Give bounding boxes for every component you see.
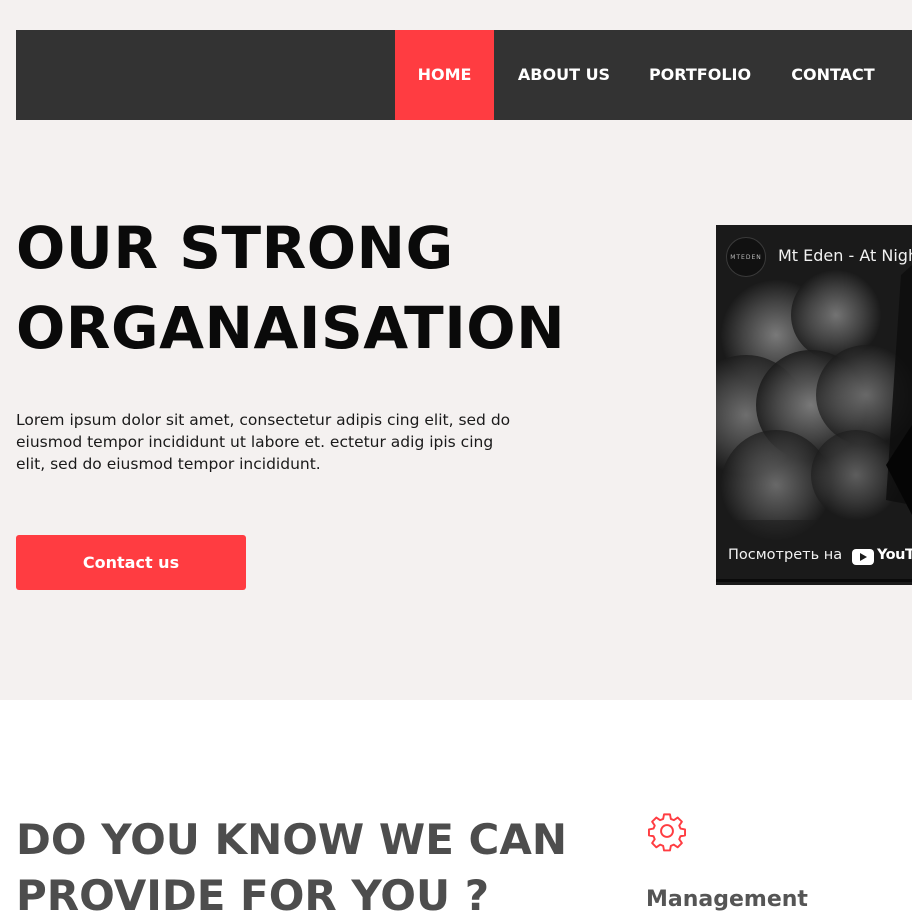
channel-logo[interactable]: MTEDEN: [726, 237, 766, 277]
gear-icon: [648, 813, 686, 852]
video-thumbnail: [716, 225, 912, 585]
watch-on-label[interactable]: Посмотреть на: [728, 547, 842, 563]
nav-contact[interactable]: CONTACT: [786, 30, 880, 120]
hero-title: OUR STRONG ORGANAISATION: [16, 208, 636, 368]
services-title: DO YOU KNOW WE CAN PROVIDE FOR YOU ?: [16, 812, 616, 912]
top-navbar: HOME ABOUT US PORTFOLIO CONTACT: [16, 30, 912, 120]
nav-portfolio[interactable]: PORTFOLIO: [646, 30, 754, 120]
youtube-play-icon: [852, 549, 874, 565]
services-section: DO YOU KNOW WE CAN PROVIDE FOR YOU ? Man…: [0, 700, 912, 912]
services-title-line2: PROVIDE FOR YOU ?: [16, 871, 490, 912]
services-title-line1: DO YOU KNOW WE CAN: [16, 815, 568, 864]
nav-home[interactable]: HOME: [395, 30, 494, 120]
contact-us-button[interactable]: Contact us: [16, 535, 246, 590]
youtube-video-embed[interactable]: MTEDEN Mt Eden - At Nigh Посмотреть на Y…: [716, 225, 912, 585]
hero-title-line2: ORGANAISATION: [16, 294, 566, 362]
youtube-wordmark: YouTub: [877, 547, 912, 563]
video-title[interactable]: Mt Eden - At Nigh: [778, 246, 912, 265]
service-management-label: Management: [646, 887, 808, 912]
video-progress-bar: [716, 579, 912, 582]
hero-title-line1: OUR STRONG: [16, 214, 454, 282]
hero-description: Lorem ipsum dolor sit amet, consectetur …: [16, 411, 511, 473]
nav-about-us[interactable]: ABOUT US: [512, 30, 616, 120]
